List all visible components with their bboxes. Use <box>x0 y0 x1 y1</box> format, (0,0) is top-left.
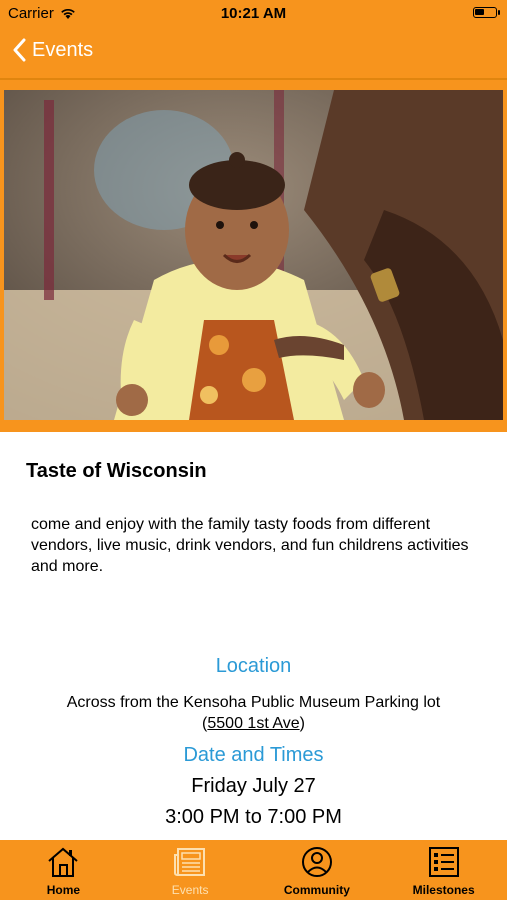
location-text: Across from the Kensoha Public Museum Pa… <box>66 694 441 711</box>
event-photo <box>4 90 503 420</box>
back-button[interactable]: Events <box>12 38 93 62</box>
event-date: Friday July 27 <box>191 775 316 797</box>
tab-milestones[interactable]: Milestones <box>380 840 507 900</box>
tab-milestones-label: Milestones <box>412 883 475 897</box>
hero-frame <box>0 80 507 432</box>
newspaper-icon <box>174 848 206 876</box>
person-icon <box>301 847 332 877</box>
tab-home-label: Home <box>46 883 81 897</box>
tab-community-label: Community <box>283 883 350 897</box>
status-bar: Carrier 10:21 AM <box>0 0 507 28</box>
battery-icon <box>473 7 500 18</box>
tab-bar: Home Events Community Milestones <box>0 840 507 900</box>
tab-events[interactable]: Events <box>127 840 254 900</box>
event-description: come and enjoy with the family tasty foo… <box>31 516 469 575</box>
event-title: Taste of Wisconsin <box>26 460 207 482</box>
house-icon <box>48 847 79 877</box>
tab-home[interactable]: Home <box>0 840 127 900</box>
location-address: Across from the Kensoha Public Museum Pa… <box>0 692 507 734</box>
location-heading: Location <box>215 655 292 677</box>
tab-community[interactable]: Community <box>254 840 381 900</box>
address-link[interactable]: 5500 1st Ave <box>207 715 299 732</box>
tab-events-label: Events <box>171 883 209 897</box>
back-label: Events <box>32 38 94 61</box>
dates-heading: Date and Times <box>183 744 324 766</box>
checklist-icon <box>428 847 459 877</box>
navigation-bar: Events <box>0 28 507 80</box>
address-line: (5500 1st Ave) <box>0 713 507 734</box>
clock: 10:21 AM <box>220 5 287 22</box>
address-close-paren: ) <box>299 715 305 732</box>
event-times: 3:00 PM to 7:00 PM <box>165 806 342 828</box>
chevron-left-icon <box>13 38 26 62</box>
